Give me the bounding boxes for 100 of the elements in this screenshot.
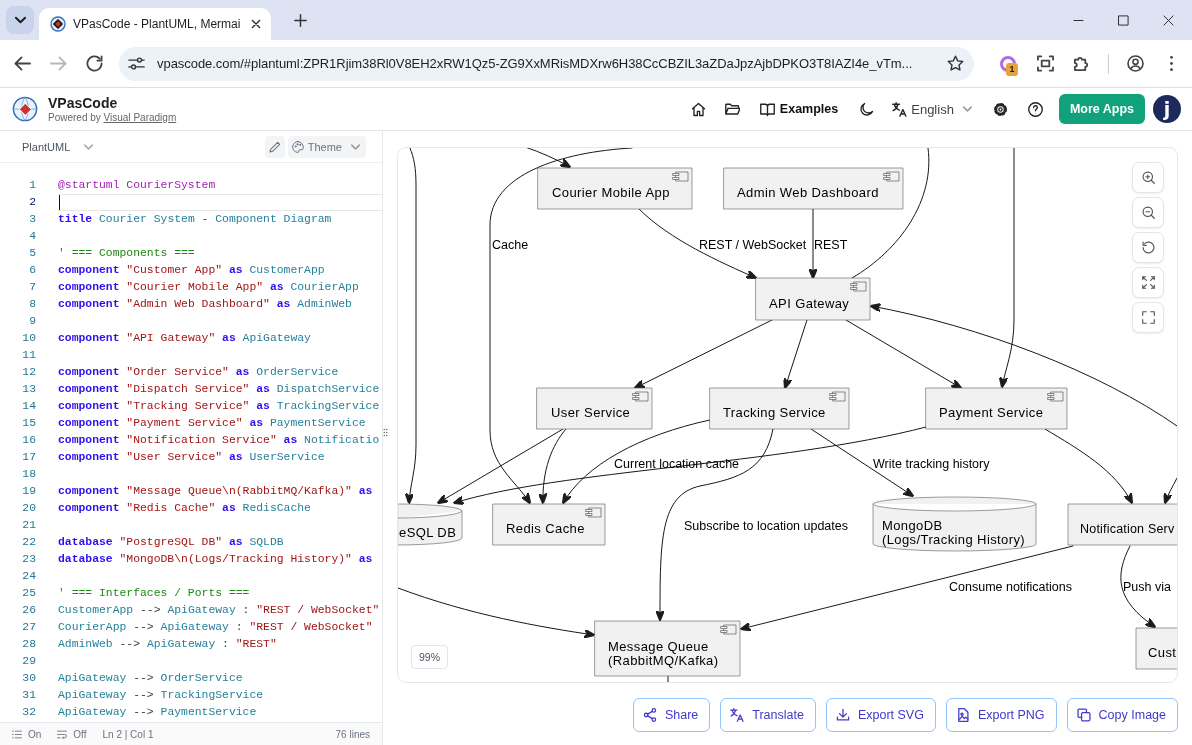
line-number: 5 [28, 246, 36, 261]
line-number: 29 [21, 654, 36, 669]
line-number: 7 [28, 280, 36, 295]
code-line: component "Payment Service" as PaymentService [58, 416, 366, 431]
star-icon[interactable] [947, 55, 964, 72]
line-number: 4 [28, 229, 36, 244]
code-line: CourierApp --> ApiGateway : "REST / WebSocket" [58, 620, 373, 635]
export-png-button[interactable]: Export PNG [945, 698, 1057, 732]
line-number: 6 [28, 263, 36, 278]
close-icon[interactable] [1163, 14, 1174, 26]
user-avatar[interactable]: j [1153, 95, 1181, 123]
code-line: component "Redis Cache" as RedisCache [58, 501, 311, 516]
text-wrap-icon [57, 729, 68, 739]
back-arrow-icon[interactable] [14, 55, 31, 72]
moon-icon[interactable] [859, 101, 875, 117]
line-number: 24 [21, 569, 36, 584]
code-line: component "Admin Web Dashboard" as AdminWeb [58, 297, 352, 312]
translate-button[interactable]: Translate [720, 698, 816, 732]
examples-button[interactable]: Examples [759, 95, 839, 123]
chevron-down-icon [14, 16, 26, 24]
globe-logo-icon[interactable] [12, 96, 38, 122]
code-line: component "Courier Mobile App" as CourierApp [58, 280, 359, 295]
line-number: 9 [28, 314, 36, 329]
line-number: 17 [21, 450, 36, 465]
line-number: 26 [21, 603, 36, 618]
close-icon[interactable] [251, 19, 261, 29]
theme-button[interactable]: Theme [287, 135, 366, 158]
screen-capture-icon[interactable] [1037, 55, 1054, 72]
line-number: 31 [21, 688, 36, 703]
code-line: component "Customer App" as CustomerApp [58, 263, 325, 278]
chevron-down-icon [962, 106, 972, 112]
resize-handle-icon[interactable] [383, 428, 388, 437]
line-number: 12 [21, 365, 36, 380]
line-number: 16 [21, 433, 36, 448]
chevron-down-icon [84, 143, 94, 150]
code-line: ApiGateway --> OrderService [58, 671, 243, 686]
code-line: title Courier System - Component Diagram [58, 212, 332, 227]
palette-icon [291, 140, 304, 153]
line-number: 25 [21, 586, 36, 601]
export-svg-button[interactable]: Export SVG [825, 698, 936, 732]
translate-icon [730, 708, 745, 722]
cursor-position: Ln 2 | Col 1 [102, 728, 154, 740]
line-number: 28 [21, 637, 36, 652]
puzzle-piece-icon[interactable] [1073, 55, 1090, 72]
line-number: 2 [28, 195, 36, 210]
line-number: 22 [21, 535, 36, 550]
line-number: 18 [21, 467, 36, 482]
code-line: component "Message Queue\n(RabbitMQ/Kafka)" as [58, 484, 373, 499]
new-tab-icon[interactable] [294, 13, 307, 27]
code-line: component "API Gateway" as ApiGateway [58, 331, 311, 346]
line-number: 27 [21, 620, 36, 635]
code-line: component "Order Service" as OrderService [58, 365, 339, 380]
line-number: 20 [21, 501, 36, 516]
code-line: AdminWeb --> ApiGateway : "REST" [58, 637, 277, 652]
line-numbers-toggle[interactable]: On [12, 728, 42, 740]
site-settings-icon[interactable] [128, 56, 145, 71]
download-icon [835, 708, 850, 722]
notification-badge: 1 [1006, 62, 1018, 76]
code-line: ApiGateway --> PaymentService [58, 705, 257, 720]
text-cursor [59, 195, 60, 210]
chevron-down-icon [351, 143, 360, 150]
reload-icon[interactable] [86, 55, 103, 72]
folder-icon[interactable] [724, 101, 740, 117]
address-bar[interactable]: vpascode.com/#plantuml:ZPR1Rjim38Rl0V8EH2xRW1Qz5-ZG9XxMRisMDXrw6H38CcCBZIL3aZDaJpzAjbDPKO3T8IAZI4e_vTm... [119, 46, 974, 81]
edit-button[interactable] [264, 135, 285, 158]
browser-tab[interactable]: VPasCode - PlantUML, Mermai [39, 8, 271, 40]
code-line: component "Tracking Service" as TrackingService [58, 399, 380, 414]
code-line: ApiGateway --> TrackingService [58, 688, 264, 703]
maximize-icon[interactable] [1118, 14, 1129, 26]
line-number: 15 [21, 416, 36, 431]
help-icon[interactable] [1027, 101, 1043, 117]
line-number: 21 [21, 518, 36, 533]
language-select[interactable]: English [892, 95, 972, 123]
line-number: 23 [21, 552, 36, 567]
home-icon[interactable] [690, 101, 706, 117]
profile-icon[interactable] [1127, 55, 1144, 72]
copy-image-button[interactable]: Copy Image [1066, 698, 1178, 732]
translate-icon [892, 101, 908, 117]
image-file-icon [955, 708, 970, 722]
open-book-icon [759, 101, 775, 117]
line-number: 8 [28, 297, 36, 312]
line-count: 76 lines [335, 728, 370, 740]
line-number: 11 [21, 348, 36, 363]
settings-icon[interactable] [992, 101, 1008, 117]
line-number: 1 [28, 178, 36, 193]
code-line: component "User Service" as UserService [58, 450, 325, 465]
tab-search-button[interactable] [6, 6, 34, 34]
line-number: 30 [21, 671, 36, 686]
language-dropdown[interactable]: PlantUML [22, 140, 94, 153]
powered-by-text: Powered by Visual Paradigm [48, 110, 177, 124]
word-wrap-toggle[interactable]: Off [57, 728, 87, 740]
code-line: component "Notification Service" as Notificatio [58, 433, 380, 448]
share-icon [642, 708, 657, 722]
line-number: 3 [28, 212, 36, 227]
extension-icon[interactable] [998, 53, 1018, 74]
share-button[interactable]: Share [632, 698, 711, 732]
visual-paradigm-link[interactable]: Visual Paradigm [103, 111, 177, 123]
copy-icon [1076, 708, 1091, 722]
line-number: 32 [21, 705, 36, 720]
line-number: 13 [21, 382, 36, 397]
